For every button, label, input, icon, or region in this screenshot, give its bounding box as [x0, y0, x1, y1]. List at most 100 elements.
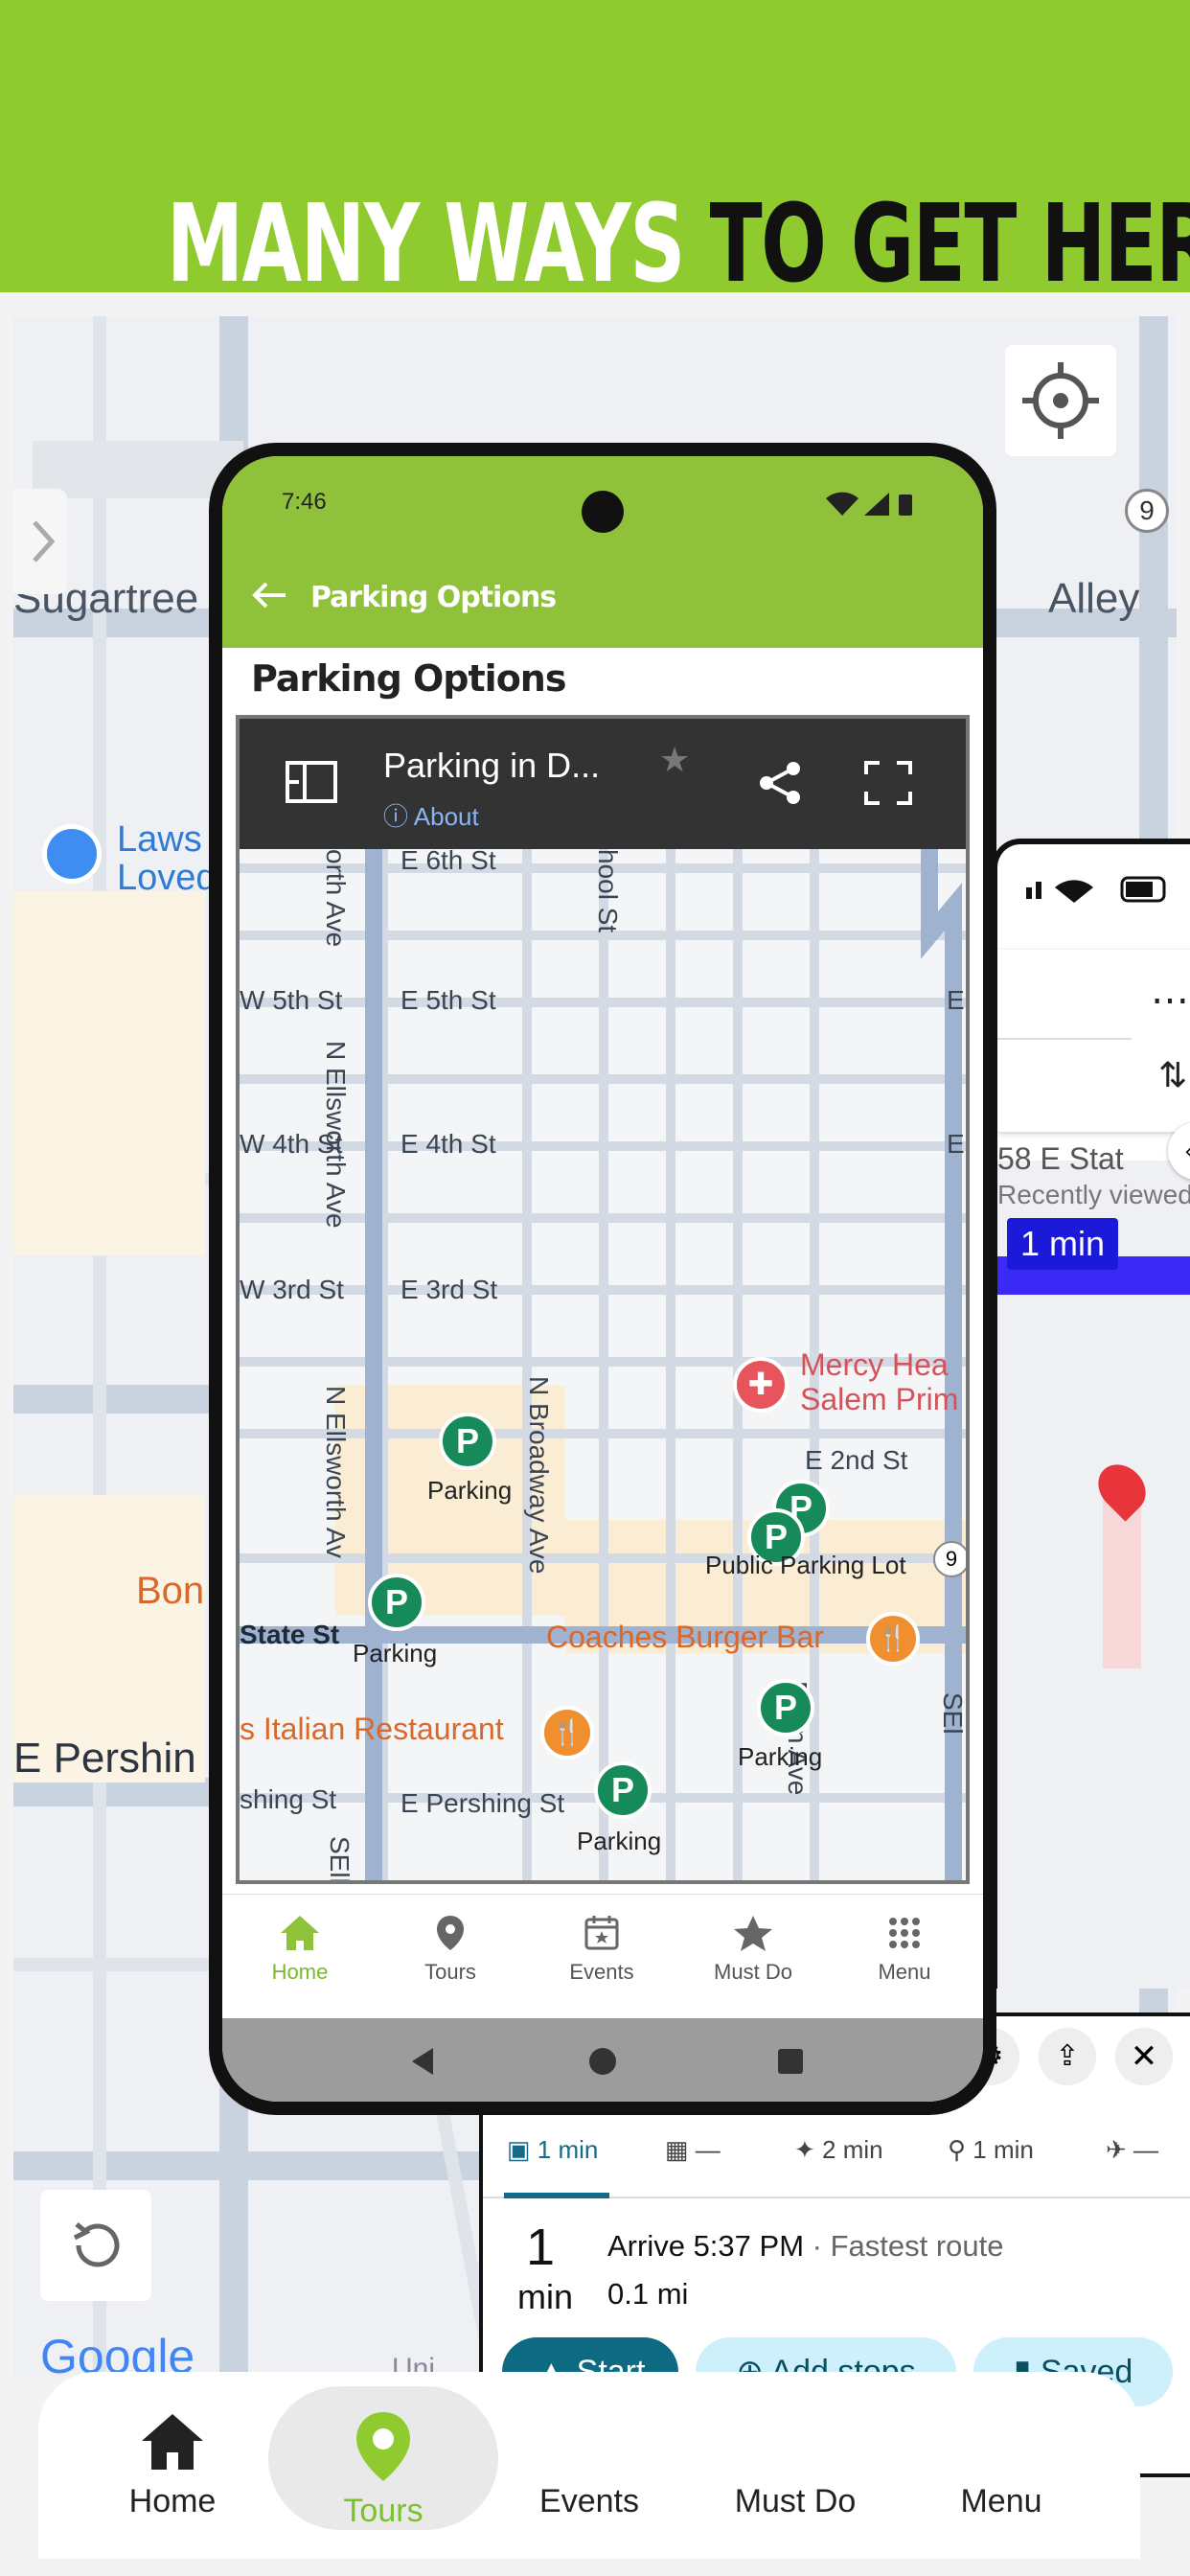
app-nav-menu[interactable]: Menu: [833, 1914, 976, 1985]
arrive-time: Arrive 5:37 PM: [607, 2229, 805, 2263]
parking-marker[interactable]: P: [757, 1679, 814, 1736]
phone-screen: 7:46 Parking Options Parking Options Par…: [222, 456, 983, 2102]
street-label: E 4th St: [400, 1129, 496, 1159]
route-badge: 9: [933, 1541, 966, 1577]
reset-view-button[interactable]: [40, 2190, 151, 2301]
location-pin-icon: [356, 2412, 410, 2481]
headline: MANY WAYS TO GET HERE: [167, 191, 1190, 298]
about-link[interactable]: ⓘ About: [383, 797, 479, 833]
street-label: N Ellsworth Av: [321, 1386, 351, 1558]
plane-icon: ✈: [1106, 2135, 1134, 2164]
bag-icon: [42, 824, 102, 884]
close-icon[interactable]: ✕: [1115, 2028, 1173, 2085]
parking-marker[interactable]: P: [368, 1574, 425, 1631]
my-location-button[interactable]: [1005, 345, 1116, 456]
street-label: hool St: [593, 849, 623, 933]
app-nav-tours[interactable]: Tours: [378, 1914, 522, 1985]
duration-unit: min: [516, 2277, 573, 2316]
street-label: E 5th St: [400, 985, 496, 1015]
back-arrow-icon[interactable]: [247, 576, 295, 614]
mode-transit[interactable]: ▦ —: [665, 2135, 721, 2165]
walk-icon: ✦: [794, 2135, 823, 2164]
mode-flight[interactable]: ✈ —: [1106, 2135, 1158, 2165]
bottom-nav: Home Tours Events Must Do Menu: [38, 2372, 1140, 2559]
poi-label: Mercy Hea: [800, 1347, 949, 1382]
star-icon: [734, 1916, 772, 1951]
parking-label: Parking: [577, 1827, 662, 1855]
recents-square-icon: [778, 2049, 803, 2074]
front-camera: [582, 491, 624, 533]
mode-car[interactable]: ▣ 1 min: [507, 2135, 598, 2165]
parking-marker[interactable]: P: [439, 1413, 496, 1470]
google-logo: Google: [40, 2330, 195, 2377]
app-nav-home[interactable]: Home: [228, 1914, 372, 1985]
home-icon: [142, 2414, 203, 2470]
nav-home[interactable]: Home: [91, 2410, 254, 2520]
street-label: E 6th St: [400, 849, 496, 875]
more-icon[interactable]: ⋯: [1151, 978, 1189, 1023]
sidebar-toggle-icon[interactable]: [284, 759, 341, 807]
nav-tours[interactable]: Tours: [302, 2410, 465, 2530]
google-maps-phone: ⋯ ⇅ 58 E Stat Recently viewed ◈ 1 min ➤: [992, 839, 1190, 1989]
expand-panel-button[interactable]: [13, 489, 67, 594]
parking-label: Public Parking Lot: [705, 1551, 906, 1579]
headline-black: TO GET HERE: [709, 182, 1190, 307]
street-label: SElli: [325, 1836, 355, 1884]
bg-street-alley: Alley: [1048, 575, 1140, 622]
share-icon[interactable]: [757, 759, 805, 807]
location-pin-icon: [437, 1916, 464, 1950]
app-nav-events[interactable]: Events: [530, 1914, 674, 1985]
transit-icon: ▦: [665, 2135, 696, 2164]
street-label: E: [947, 985, 965, 1015]
system-nav-buttons: [412, 2048, 803, 2075]
crosshair-icon: [1022, 362, 1099, 439]
screenshot: MANY WAYS TO GET HERE Sugartree: [0, 0, 1190, 2576]
embedded-map: Parking in D... ★ ⓘ About E 6th St W 5th…: [236, 715, 970, 1884]
distance: 0.1 mi: [607, 2277, 689, 2311]
fullscreen-icon[interactable]: [862, 759, 914, 807]
map-header: Parking in D... ★ ⓘ About: [240, 719, 966, 849]
eta-badge: 1 min: [1007, 1218, 1119, 1270]
mode-walk[interactable]: ✦ 2 min: [794, 2135, 883, 2165]
share-icon[interactable]: ⇪: [1039, 2028, 1096, 2085]
arrival-line: Arrive 5:37 PM · Fastest route: [607, 2229, 1003, 2264]
gmaps-map: 58 E Stat Recently viewed ◈ 1 min ➤: [997, 1122, 1190, 1989]
mode-bike[interactable]: ⚲ 1 min: [948, 2135, 1034, 2165]
status-time: 7:46: [282, 489, 327, 515]
nav-must-do[interactable]: Must Do: [714, 2483, 877, 2520]
street-label: N Broadway Ave: [524, 1376, 554, 1575]
street-label: E 3rd St: [400, 1275, 498, 1304]
street-label: SEl: [938, 1692, 968, 1735]
grid-icon: [889, 1918, 920, 1948]
poi-label: s Italian Restaurant: [240, 1712, 504, 1746]
gmaps-place-label: 58 E Stat: [997, 1141, 1124, 1176]
home-circle-icon: [589, 2048, 616, 2075]
nav-events[interactable]: Events: [508, 2483, 671, 2520]
gmaps-recent-label: Recently viewed: [997, 1180, 1190, 1209]
bg-street-pershing: E Pershin: [13, 1735, 196, 1782]
home-icon: [281, 1916, 319, 1950]
phone-frame: 7:46 Parking Options Parking Options Par…: [209, 443, 996, 2115]
destination-pin-icon: [1088, 1455, 1156, 1522]
restaurant-icon: 🍴: [866, 1612, 920, 1666]
street-label: E Pershing St: [400, 1788, 565, 1818]
app-bar-title: Parking Options: [310, 581, 557, 614]
app-nav-must-do[interactable]: Must Do: [681, 1914, 825, 1985]
route-note: · Fastest route: [804, 2229, 1004, 2263]
nav-menu[interactable]: Menu: [920, 2483, 1083, 2520]
page-title: Parking Options: [251, 657, 566, 700]
info-icon: ⓘ: [383, 802, 414, 831]
headline-white: MANY WAYS: [166, 182, 686, 307]
poi-label: Salem Prim: [800, 1382, 959, 1416]
poi-label: Coaches Burger Bar: [546, 1620, 824, 1654]
parking-marker[interactable]: P: [594, 1761, 652, 1819]
parking-label: Parking: [353, 1639, 438, 1668]
star-outline-icon[interactable]: ★: [659, 740, 690, 780]
back-triangle-icon: [412, 2048, 433, 2075]
restaurant-icon: 🍴: [540, 1706, 594, 1760]
system-nav-bar: [222, 2018, 983, 2102]
swap-icon[interactable]: ⇅: [1158, 1055, 1187, 1095]
street-label: State St: [240, 1620, 340, 1649]
refresh-icon: [73, 2222, 120, 2267]
map-title: Parking in D...: [383, 746, 601, 785]
